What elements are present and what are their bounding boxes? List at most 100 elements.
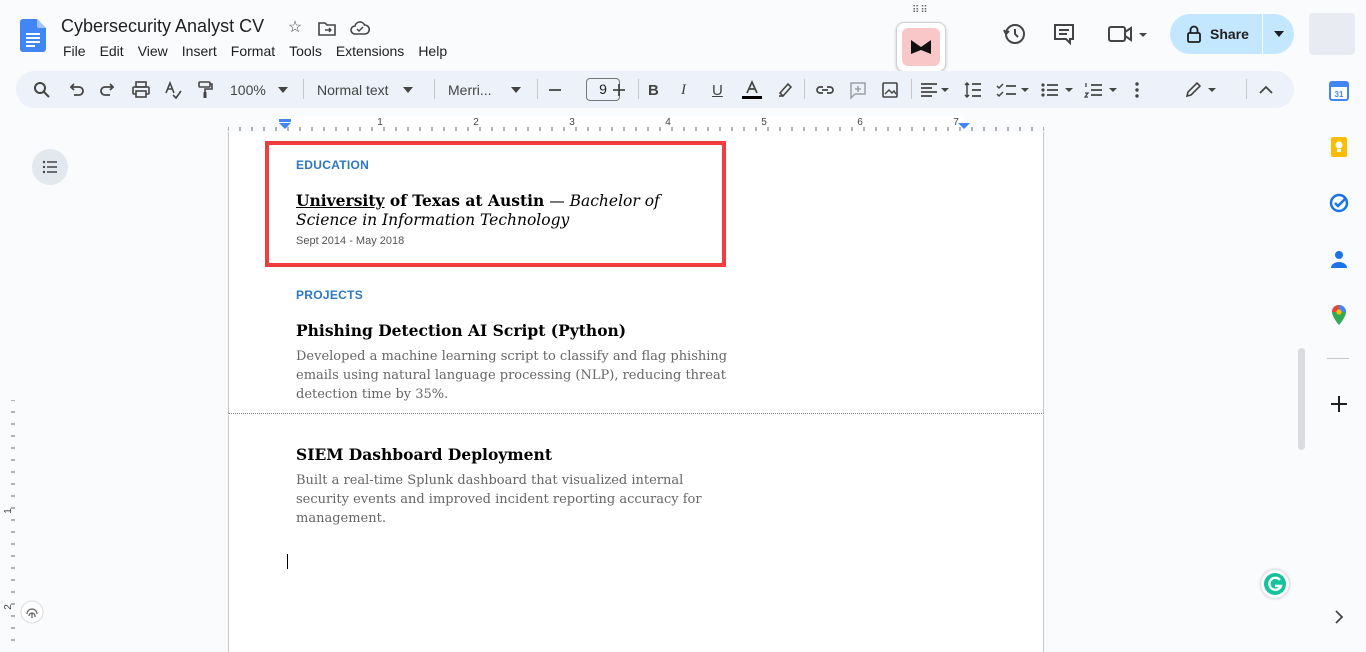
menu-extensions[interactable]: Extensions (329, 41, 411, 61)
ruler-mark: 2 (3, 604, 14, 610)
numbered-list-icon[interactable] (1084, 79, 1118, 101)
grammarly-button[interactable] (1261, 570, 1289, 598)
menu-help[interactable]: Help (411, 41, 454, 61)
projects-heading: PROJECTS (296, 288, 364, 302)
project-description: Built a real-time Splunk dashboard that … (296, 473, 702, 526)
share-button-group: Share (1170, 14, 1294, 54)
docs-logo-icon[interactable] (20, 19, 46, 52)
drag-handle-icon[interactable]: ⠿⠿ (912, 5, 930, 17)
line-spacing-icon[interactable] (964, 79, 982, 101)
increase-font-size-icon[interactable] (612, 79, 626, 101)
insert-image-icon[interactable] (881, 79, 899, 101)
ruler-mark: 5 (761, 117, 767, 128)
more-options-icon[interactable] (1132, 79, 1142, 101)
expand-panel-icon[interactable] (1328, 606, 1350, 628)
menu-bar: File Edit View Insert Format Tools Exten… (56, 41, 454, 61)
collapse-menus-icon[interactable] (1257, 79, 1275, 101)
spellcheck-icon[interactable] (164, 79, 182, 101)
undo-icon[interactable] (67, 79, 85, 101)
decrease-font-size-icon[interactable] (548, 79, 562, 101)
ruler-mark: 7 (953, 117, 959, 128)
search-menus-icon[interactable] (33, 79, 51, 101)
paragraph-style-select[interactable]: Normal text (317, 79, 413, 101)
zoom-value: 100% (230, 82, 266, 98)
maps-icon[interactable] (1328, 304, 1350, 326)
menu-file[interactable]: File (56, 41, 93, 61)
text-color-icon[interactable] (740, 79, 764, 101)
comments-icon[interactable] (1050, 20, 1078, 48)
project-title: Phishing Detection AI Script (Python) (296, 321, 627, 340)
account-avatar[interactable] (1309, 13, 1355, 55)
vertical-ruler[interactable]: 1 2 (0, 400, 16, 645)
bulleted-list-icon[interactable] (1040, 79, 1074, 101)
ruler-mark: 3 (569, 117, 575, 128)
caret-down-icon (510, 87, 521, 93)
side-panel: 31 (1310, 70, 1366, 645)
font-family-select[interactable]: Merri... (448, 79, 521, 101)
font-family-value: Merri... (448, 82, 492, 98)
toolbar-divider (638, 79, 639, 99)
lock-icon (1187, 25, 1201, 43)
menu-format[interactable]: Format (224, 41, 282, 61)
menu-tools[interactable]: Tools (282, 41, 329, 61)
top-bar: Cybersecurity Analyst CV ☆ File Edit Vie… (0, 0, 1366, 72)
italic-button[interactable]: I (681, 79, 686, 101)
caret-down-icon (277, 87, 288, 93)
project-title: SIEM Dashboard Deployment (296, 445, 552, 464)
tasks-icon[interactable] (1328, 192, 1350, 214)
highlight-color-icon[interactable] (776, 79, 794, 101)
first-line-indent-marker[interactable] (279, 119, 291, 122)
menu-edit[interactable]: Edit (93, 41, 131, 61)
redo-icon[interactable] (99, 79, 117, 101)
project-description: Developed a machine learning script to c… (296, 349, 728, 402)
underline-button[interactable]: U (712, 79, 723, 101)
grammarly-icon (1264, 573, 1286, 595)
print-icon[interactable] (132, 79, 150, 101)
caret-down-icon (1273, 31, 1284, 37)
vertical-scrollbar[interactable] (1298, 348, 1305, 450)
meet-video-icon[interactable] (1106, 20, 1150, 48)
paragraph-style-value: Normal text (317, 82, 389, 98)
ruler-mark: 6 (857, 117, 863, 128)
extension-popup-button[interactable] (896, 22, 946, 72)
cloud-saved-icon[interactable] (350, 20, 370, 36)
ruler-mark: 2 (473, 117, 479, 128)
ruler-mark: 1 (377, 117, 383, 128)
add-addon-icon[interactable] (1328, 393, 1350, 415)
document-title[interactable]: Cybersecurity Analyst CV (61, 16, 264, 37)
keep-notes-icon[interactable] (1328, 136, 1350, 158)
checklist-icon[interactable] (996, 79, 1030, 101)
calendar-icon[interactable]: 31 (1328, 80, 1350, 102)
menu-insert[interactable]: Insert (175, 41, 224, 61)
bold-button[interactable]: B (648, 79, 659, 101)
share-dropdown-button[interactable] (1263, 14, 1294, 54)
menu-view[interactable]: View (131, 41, 175, 61)
page-break (228, 413, 1044, 415)
extension-logo-icon (902, 28, 940, 66)
move-folder-icon[interactable] (318, 20, 336, 36)
outline-list-icon (42, 160, 57, 174)
ruler-mark: 1 (3, 508, 14, 514)
contacts-icon[interactable] (1328, 248, 1350, 270)
text-cursor (287, 554, 288, 569)
version-history-icon[interactable] (1001, 20, 1029, 48)
toolbar-divider (537, 79, 538, 99)
insert-link-icon[interactable] (815, 79, 835, 101)
side-panel-divider (1327, 358, 1349, 359)
toolbar-divider (804, 79, 805, 99)
horizontal-ruler[interactable]: 1 2 3 4 5 6 7 (228, 116, 1044, 132)
paint-format-icon[interactable] (196, 79, 214, 101)
star-icon[interactable]: ☆ (285, 18, 305, 38)
document-outline-button[interactable] (32, 149, 68, 185)
toolbar-divider (434, 79, 435, 99)
zoom-select[interactable]: 100% (230, 79, 288, 101)
share-label: Share (1210, 26, 1249, 42)
caret-down-icon (402, 87, 413, 93)
share-button[interactable]: Share (1170, 14, 1262, 54)
add-comment-icon[interactable] (848, 79, 868, 101)
editing-mode-icon[interactable] (1184, 79, 1220, 101)
fingerprint-icon[interactable] (20, 600, 44, 624)
highlight-box (265, 141, 726, 267)
toolbar-divider (303, 79, 304, 99)
align-left-icon[interactable] (920, 79, 950, 101)
